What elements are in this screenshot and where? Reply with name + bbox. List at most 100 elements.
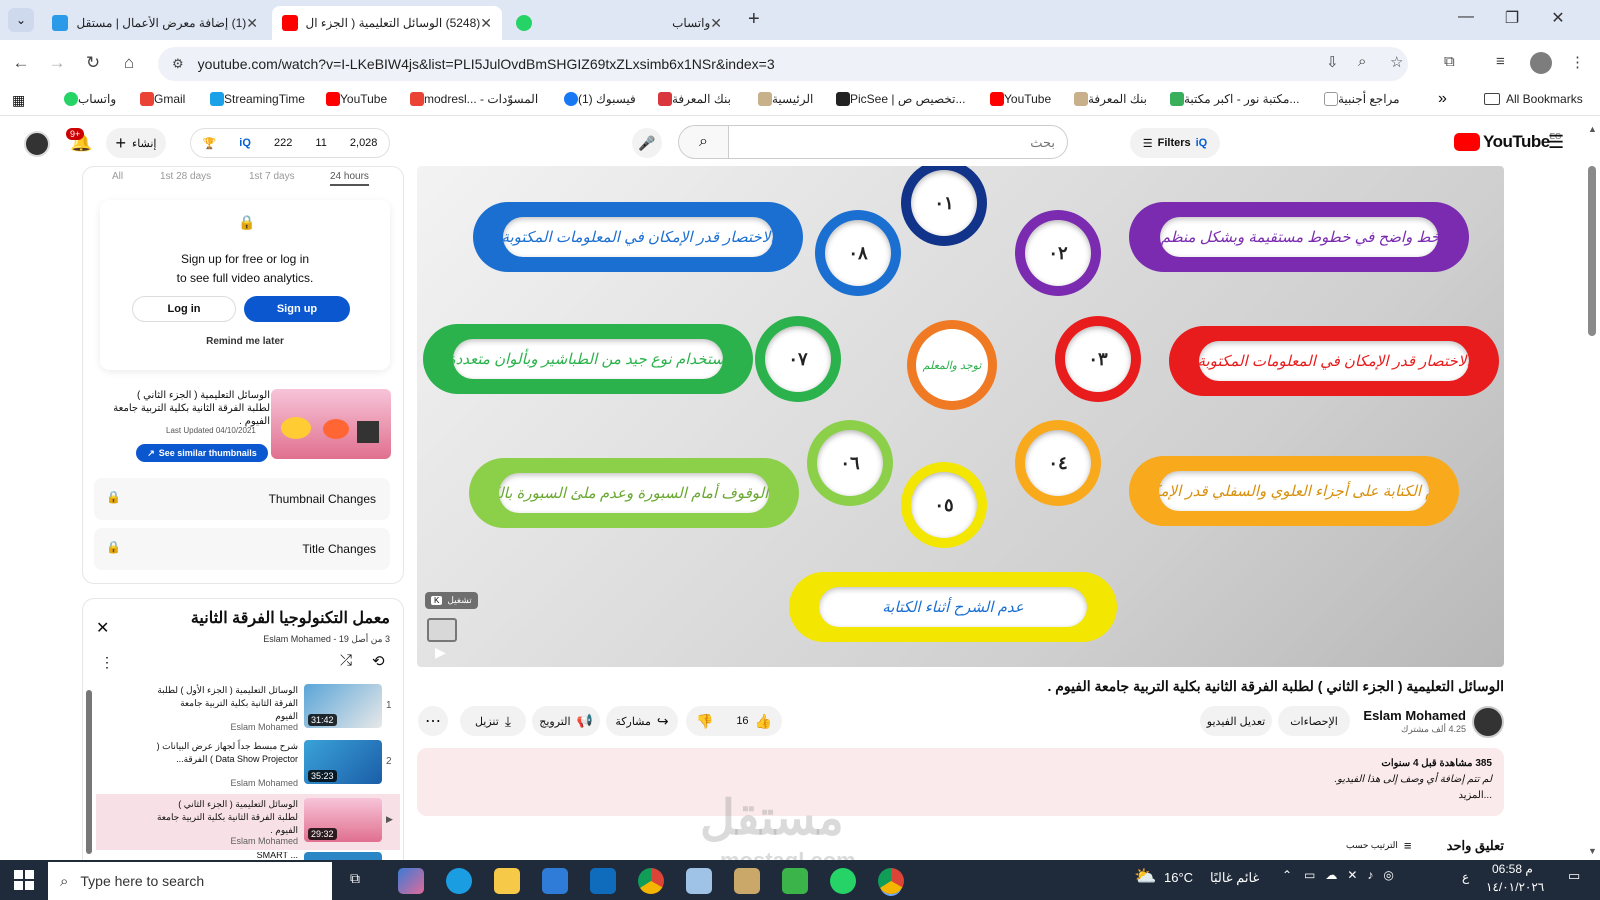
page-scroll-down-icon[interactable]: ▼	[1588, 846, 1597, 856]
design-app-icon[interactable]	[734, 868, 760, 894]
bookmark-home[interactable]: الرئيسية	[752, 92, 813, 106]
tab-search-button[interactable]: ⌄	[8, 8, 34, 32]
edge-icon[interactable]	[446, 868, 472, 894]
analytics-tab-24h[interactable]: 24 hours	[330, 171, 369, 186]
minimize-icon[interactable]: —	[1446, 8, 1486, 26]
more-actions-button[interactable]: ⋯	[418, 706, 448, 736]
profile-avatar[interactable]	[1530, 52, 1552, 74]
description-box[interactable]: 385 مشاهدة قبل 4 سنوات لم تتم إضافة أي و…	[417, 748, 1504, 816]
remind-later-link[interactable]: Remind me later	[100, 336, 390, 347]
guide-menu-icon[interactable]: ☰	[1548, 132, 1564, 153]
start-icon[interactable]	[14, 870, 34, 890]
reload-icon[interactable]: ↻	[82, 52, 104, 74]
playlist-item-current[interactable]: 29:32 ▶ الوسائل التعليمية ( الجزء الثاني…	[96, 794, 400, 850]
copilot-icon[interactable]	[398, 868, 424, 894]
chrome-active-icon[interactable]	[878, 868, 904, 894]
task-view-icon[interactable]: ⧉	[350, 870, 360, 887]
notification-center-icon[interactable]: ▭	[1568, 868, 1580, 884]
whatsapp-app-icon[interactable]	[830, 868, 856, 894]
bookmark-noor[interactable]: مكتبة نور - اكبر مكتبة...	[1164, 92, 1299, 106]
file-explorer-icon[interactable]	[494, 868, 520, 894]
bookmark-facebook[interactable]: (1) فيسبوك	[558, 92, 636, 106]
tab-youtube[interactable]: (5248) الوسائل التعليمية ( الجزء ال ✕	[272, 6, 502, 40]
analytics-tab-7d[interactable]: 1st 7 days	[249, 171, 295, 182]
youtube-logo[interactable]: YouTube EG	[1454, 132, 1561, 152]
title-changes-row[interactable]: 🔒 Title Changes	[94, 528, 390, 570]
close-icon[interactable]: ✕	[710, 15, 722, 32]
page-scroll-up-icon[interactable]: ▲	[1588, 124, 1597, 134]
analytics-tab-all[interactable]: All	[112, 171, 123, 182]
bookmark-drafts[interactable]: modresl... - المسوّدات	[404, 92, 538, 106]
camtasia-icon[interactable]	[782, 868, 808, 894]
channel-avatar-small[interactable]	[24, 131, 50, 157]
paint-icon[interactable]	[686, 868, 712, 894]
filters-button[interactable]: ☰ Filters iQ	[1130, 128, 1220, 158]
analytics-tab-28d[interactable]: 1st 28 days	[160, 171, 211, 182]
clock-date[interactable]: ١٤/٠١/٢٠٢٦	[1486, 880, 1544, 894]
more-bookmarks-icon[interactable]: »	[1438, 90, 1447, 108]
restore-icon[interactable]: ❐	[1492, 8, 1532, 28]
playlist-item[interactable]: 35:23 2 شرح مبسط جداً لجهاز عرض البيانات…	[96, 740, 396, 794]
tray-chevron-icon[interactable]: ⌃	[1282, 868, 1292, 882]
zoom-icon[interactable]: ⌕	[1358, 53, 1366, 70]
close-icon[interactable]: ✕	[480, 15, 492, 32]
extension-stats-pill[interactable]: 🏆 iQ 222 11 2,028	[190, 128, 390, 158]
address-bar[interactable]: ⚙ youtube.com/watch?v=I-LKeBIW4js&list=P…	[158, 47, 1408, 81]
extensions-icon[interactable]: ⧉	[1444, 53, 1455, 70]
bookmark-gmail[interactable]: Gmail	[134, 92, 185, 106]
outlook-icon[interactable]	[590, 868, 616, 894]
home-icon[interactable]: ⌂	[118, 52, 140, 74]
playlist-title[interactable]: معمل التكنولوجيا الفرقة الثانية	[150, 608, 390, 628]
shuffle-icon[interactable]: ⤮	[340, 652, 352, 669]
input-language[interactable]: ع	[1462, 870, 1469, 884]
playlist-item[interactable]: 31:42 1 الوسائل التعليمية ( الجزء الأول …	[96, 684, 396, 738]
signup-button[interactable]: Sign up	[244, 296, 350, 322]
share-button[interactable]: مشاركة ↪	[606, 706, 678, 736]
download-button[interactable]: تنزيل ⤓	[460, 706, 526, 736]
bookmark-ekb-2[interactable]: بنك المعرفة	[1068, 92, 1147, 106]
thumbnail-changes-row[interactable]: 🔒 Thumbnail Changes	[94, 478, 390, 520]
chrome-icon[interactable]	[638, 868, 664, 894]
all-bookmarks[interactable]: All Bookmarks	[1484, 92, 1583, 106]
forward-icon[interactable]: →	[46, 52, 68, 74]
analytics-button[interactable]: الإحصاءات	[1278, 706, 1350, 736]
login-button[interactable]: Log in	[132, 296, 236, 322]
loop-icon[interactable]: ⟲	[372, 652, 385, 670]
sort-comments-button[interactable]: الترتيب حسب ≡	[1346, 838, 1412, 853]
create-button[interactable]: + إنشاء	[106, 128, 166, 158]
playlist-close-icon[interactable]: ✕	[96, 618, 109, 638]
search-input[interactable]	[728, 125, 1068, 159]
bookmark-youtube-2[interactable]: YouTube	[984, 92, 1051, 106]
miniplayer-icon[interactable]	[427, 618, 457, 642]
search-button[interactable]: ⌕	[678, 125, 728, 159]
clock-time[interactable]: 06:58 م	[1492, 862, 1533, 876]
taskbar-search[interactable]: ⌕ Type here to search	[48, 862, 332, 900]
bookmark-star-icon[interactable]: ☆	[1390, 53, 1403, 71]
video-player[interactable]: الاختصار قدر الإمكان في المعلومات المكتو…	[417, 166, 1504, 667]
like-icon[interactable]: 👍	[755, 713, 772, 730]
site-info-icon[interactable]: ⚙	[172, 56, 184, 72]
playlist-more-icon[interactable]: ⋮	[100, 654, 114, 671]
install-app-icon[interactable]: ⇩	[1326, 53, 1339, 71]
edit-video-button[interactable]: تعديل الفيديو	[1200, 706, 1272, 736]
tray-icons[interactable]: ▭☁✕♪◎	[1304, 868, 1404, 882]
bookmark-whatsapp[interactable]: واتساب	[58, 92, 116, 106]
channel-avatar[interactable]	[1472, 706, 1504, 738]
bookmark-youtube-1[interactable]: YouTube	[320, 92, 387, 106]
dislike-icon[interactable]: 👎	[696, 713, 713, 730]
playlist-item[interactable]: ... SMART	[96, 852, 396, 860]
close-icon[interactable]: ✕	[246, 15, 258, 32]
tab-whatsapp[interactable]: واتساب ✕	[506, 6, 732, 40]
page-scrollbar[interactable]	[1588, 166, 1596, 336]
media-control-icon[interactable]: ≡	[1496, 53, 1505, 70]
window-close-icon[interactable]: ✕	[1538, 8, 1578, 28]
apps-grid-icon[interactable]: ▦	[12, 92, 25, 109]
playlist-channel[interactable]: Eslam Mohamed	[263, 634, 331, 644]
menu-icon[interactable]: ⋮	[1570, 53, 1585, 71]
playlist-scrollbar[interactable]	[86, 690, 92, 854]
bookmark-ekb-1[interactable]: بنك المعرفة	[652, 92, 731, 106]
store-icon[interactable]	[542, 868, 568, 894]
voice-search-button[interactable]: 🎤	[632, 128, 662, 158]
bookmark-foreign[interactable]: مراجع أجنبية	[1318, 92, 1400, 106]
back-icon[interactable]: ←	[10, 52, 32, 74]
